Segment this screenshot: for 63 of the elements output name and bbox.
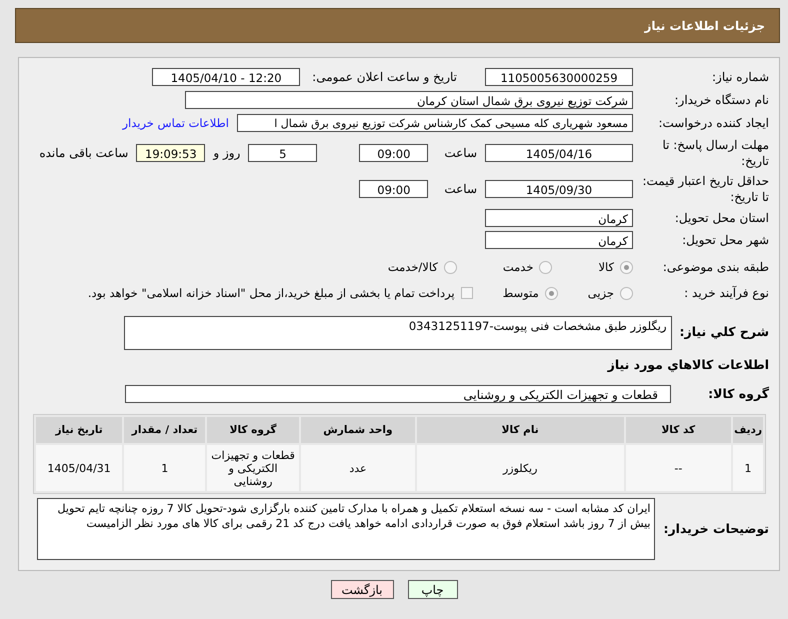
option-label: کالا	[598, 260, 614, 274]
back-button[interactable]: بازگشت	[330, 580, 394, 599]
text-field[interactable]: مسعود شهریاری کله مسیحی کمک کارشناس شرکت توزیع نیروی برق شمال ا	[237, 114, 633, 132]
field-label: ایجاد کننده درخواست:	[657, 114, 769, 130]
option-label: کالا/خدمت	[388, 260, 438, 274]
text-field[interactable]: 1405/04/10 - 12:20	[152, 68, 300, 86]
text-field[interactable]: قطعات و تجهیزات الکتریکی و روشنایی	[125, 384, 671, 402]
radio-button[interactable]	[620, 260, 633, 274]
page-title: جزئیات اطلاعات نیاز	[644, 18, 765, 32]
field-label: طبقه بندی موضوعی:	[662, 259, 769, 275]
table-cell: ریکلوزر	[416, 445, 624, 491]
field-label: ساعت	[444, 182, 477, 196]
text-field[interactable]: 1405/04/16	[485, 144, 633, 162]
table-cell: 1	[733, 445, 763, 491]
text-field[interactable]: 09:00	[359, 144, 428, 162]
text-field[interactable]: 1405/09/30	[485, 180, 633, 198]
notes-field[interactable]: ایران کد مشابه است - سه نسخه استعلام تکمیل و همراه با مدارک تامین کننده بارگزاری شود-تحویل کالا 7 روزه چنانچه تایم تحویل بیش از 7 روز باشد استعلام فوق به صورت قراردادی ادامه خواهد یافت درج کد 21 رقمی برای کالا های مورد نظر الزامیست	[37, 498, 656, 560]
field-label: نوع فرآیند خرید :	[683, 285, 769, 301]
text-field[interactable]: کرمان	[485, 230, 633, 248]
radio-button[interactable]	[444, 260, 457, 274]
text-field[interactable]: 1105005630000259	[485, 68, 633, 86]
text-field[interactable]: شرکت توزیع نیروی برق شمال استان کرمان	[185, 90, 633, 108]
checkbox[interactable]	[460, 287, 473, 299]
column-header: تعداد / مقدار	[124, 417, 206, 443]
text-field[interactable]: 09:00	[359, 180, 428, 198]
option-label: متوسط	[502, 286, 539, 300]
print-button[interactable]: چاپ	[408, 580, 458, 599]
table-cell: 1405/04/31	[36, 445, 122, 491]
column-header: تاریخ نیاز	[36, 417, 122, 443]
field-label: نام دستگاه خریدار:	[674, 92, 769, 108]
radio-button[interactable]	[539, 260, 552, 274]
table-cell: 1	[124, 445, 206, 491]
section-title: اطلاعات کالاهاي مورد نياز	[608, 357, 769, 372]
field-label: ساعت	[444, 146, 477, 160]
column-header: نام کالا	[416, 417, 624, 443]
field-label: ساعت باقی مانده	[39, 146, 128, 160]
radio-button[interactable]	[544, 286, 558, 300]
table-cell: --	[626, 445, 732, 491]
field-label: حداقل تاریخ اعتبار قیمت: تا تاریخ:	[641, 173, 769, 205]
radio-button[interactable]	[620, 286, 633, 300]
option-label: جزیی	[588, 286, 614, 300]
table-cell: قطعات و تجهیزات الکتریکی و روشنایی	[207, 445, 299, 491]
checkbox-label: پرداخت تمام یا بخشی از مبلغ خرید،از محل "اسناد خزانه اسلامی" خواهد بود.	[88, 286, 455, 300]
option-label: خدمت	[502, 260, 534, 274]
field-label: شماره نیاز:	[711, 68, 769, 84]
contact-link[interactable]: اطلاعات تماس خریدار	[122, 116, 229, 130]
field-label: تاریخ و ساعت اعلان عمومی:	[312, 70, 457, 84]
column-header: گروه کالا	[207, 417, 299, 443]
column-header: واحد شمارش	[301, 417, 415, 443]
field-label: روز و	[213, 146, 240, 160]
table-cell: عدد	[301, 445, 415, 491]
text-field[interactable]: 19:09:53	[136, 144, 206, 162]
text-field[interactable]: 5	[248, 144, 318, 162]
field-label: شهر محل تحویل:	[681, 232, 769, 248]
field-label: توضیحات خریدار:	[663, 521, 769, 537]
field-label: شرح کلي نياز:	[680, 324, 769, 340]
field-label: گروه کالا:	[707, 386, 769, 402]
column-header: ردیف	[733, 417, 763, 443]
text-field[interactable]: کرمان	[485, 208, 633, 226]
field-label: استان محل تحویل:	[674, 210, 769, 226]
field-label: مهلت ارسال پاسخ: تا تاریخ:	[661, 137, 769, 169]
description-field[interactable]: ریگلوزر طبق مشخصات فنی پیوست-03431251197	[124, 316, 672, 350]
column-header: کد کالا	[626, 417, 732, 443]
